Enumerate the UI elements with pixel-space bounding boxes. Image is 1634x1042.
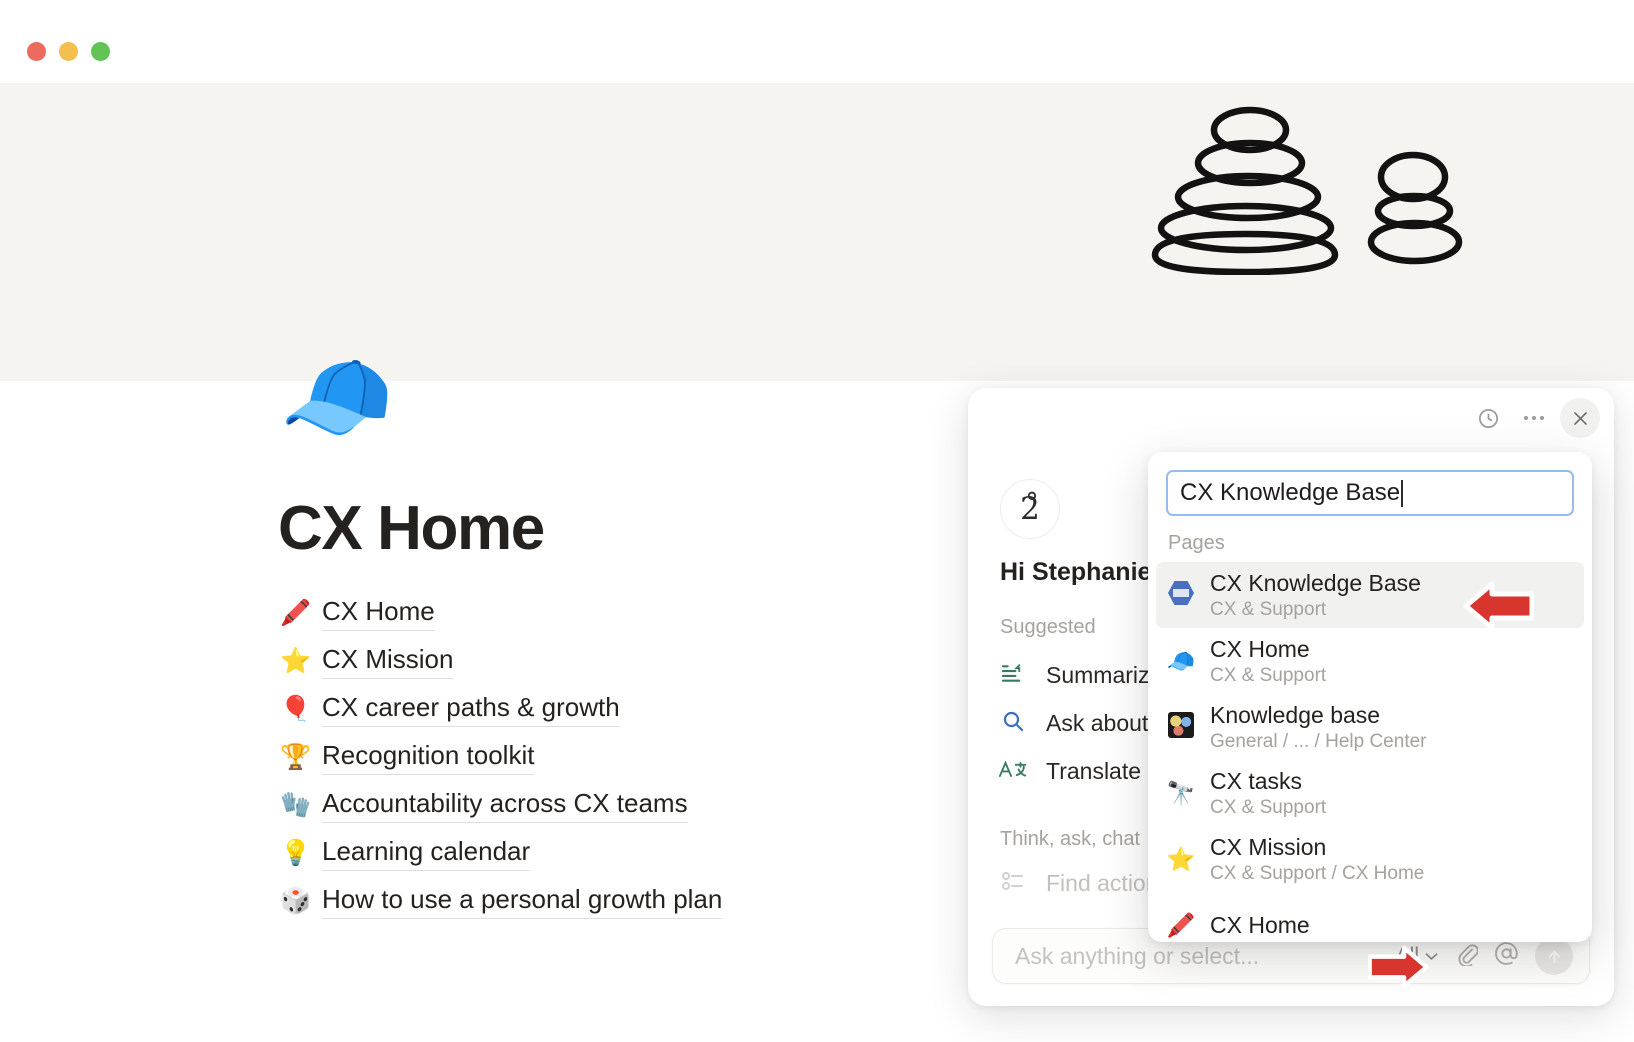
summarize-icon <box>996 662 1030 688</box>
dice-icon: 🎲 <box>280 886 312 915</box>
chat-input-tools: All <box>1396 937 1573 975</box>
app-window: 🧢 CX Home 🖍️ CX Home ⭐ CX Mission 🎈 CX c… <box>0 0 1634 1042</box>
ai-action-label: Find action <box>1046 869 1159 896</box>
page-link-label[interactable]: CX Home <box>322 596 435 631</box>
ai-action-summarize[interactable]: Summarize <box>996 654 1162 696</box>
ai-action-label: Summarize <box>1046 661 1163 688</box>
search-input[interactable]: CX Knowledge Base <box>1166 470 1574 516</box>
page-link-label[interactable]: Accountability across CX teams <box>322 788 688 823</box>
ai-action-label: Ask about t <box>1046 709 1162 736</box>
list-item[interactable]: ⭐ CX Mission <box>280 637 1040 685</box>
result-title: CX Home <box>1210 911 1310 938</box>
scope-label: All <box>1395 944 1419 967</box>
result-title: Knowledge base <box>1210 701 1381 728</box>
mention-icon[interactable] <box>1494 941 1519 971</box>
list-item[interactable]: 💡 Learning calendar <box>280 829 1040 877</box>
glove-icon: 🧤 <box>280 790 312 819</box>
search-popup: CX Knowledge Base Pages CX Knowledge Bas… <box>1148 452 1592 942</box>
list-item[interactable]: 🏆 Recognition toolkit <box>280 733 1040 781</box>
result-title: CX Home <box>1210 635 1310 662</box>
minimize-window-button[interactable] <box>59 42 78 61</box>
list-item[interactable]: 🖍️ CX Home <box>280 589 1040 637</box>
chevron-down-icon <box>1425 952 1438 960</box>
trophy-icon: 🏆 <box>280 742 312 771</box>
crayon-icon: 🖍️ <box>1166 911 1196 938</box>
result-breadcrumb: General / ... / Help Center <box>1210 730 1427 752</box>
history-icon[interactable] <box>1468 398 1508 438</box>
result-breadcrumb: CX & Support / CX Home <box>1210 862 1425 884</box>
result-breadcrumb: CX & Support <box>1210 664 1327 686</box>
close-window-button[interactable] <box>27 42 46 61</box>
list-item[interactable]: 🎈 CX career paths & growth <box>280 685 1040 733</box>
balloon-icon: 🎈 <box>280 694 312 723</box>
page-cover[interactable] <box>0 83 1634 381</box>
stacked-stones-icon <box>1138 105 1468 280</box>
find-action-icon <box>996 871 1030 895</box>
search-result-knowledge-base[interactable]: Knowledge base General / ... / Help Cent… <box>1156 694 1584 760</box>
send-button[interactable] <box>1535 937 1573 975</box>
text-caret <box>1401 479 1404 507</box>
zoom-window-button[interactable] <box>91 42 110 61</box>
search-input-value: CX Knowledge Base <box>1180 479 1401 506</box>
star-icon: ⭐ <box>1166 845 1196 872</box>
result-breadcrumb: CX & Support <box>1210 598 1327 620</box>
ai-action-label: Translate <box>1046 757 1142 784</box>
ai-action-ask-about[interactable]: Ask about t <box>996 702 1161 744</box>
result-title: CX Knowledge Base <box>1210 569 1421 596</box>
page-link-label[interactable]: CX career paths & growth <box>322 692 620 727</box>
list-item[interactable]: 🧤 Accountability across CX teams <box>280 781 1040 829</box>
page-link-label[interactable]: How to use a personal growth plan <box>322 884 723 919</box>
traffic-lights <box>27 42 110 61</box>
search-section-label: Pages <box>1168 532 1225 554</box>
page-link-list: 🖍️ CX Home ⭐ CX Mission 🎈 CX career path… <box>280 589 1040 925</box>
translate-icon <box>996 759 1030 784</box>
avatar: 2̊ <box>1000 479 1060 539</box>
cap-icon: 🧢 <box>1166 647 1196 674</box>
more-icon[interactable] <box>1514 398 1554 438</box>
result-title: CX tasks <box>1210 767 1303 794</box>
binoculars-icon: 🔭 <box>1166 779 1196 806</box>
title-bar <box>0 0 1634 83</box>
chat-input-placeholder[interactable]: Ask anything or select... <box>1015 943 1396 970</box>
suggested-section-label: Suggested <box>1000 616 1096 638</box>
attach-icon[interactable] <box>1454 942 1479 971</box>
knowledge-base-thumbnail-icon <box>1166 712 1196 742</box>
page-link-label[interactable]: Recognition toolkit <box>322 740 535 775</box>
search-icon <box>996 709 1030 737</box>
page-emoji-icon[interactable]: 🧢 <box>278 339 396 457</box>
result-title: CX Mission <box>1210 833 1327 860</box>
search-result-cx-home-2[interactable]: 🖍️ CX Home <box>1156 892 1584 942</box>
lightbulb-icon: 💡 <box>280 838 312 867</box>
ai-action-translate[interactable]: Translate <box>996 750 1141 792</box>
result-breadcrumb: CX & Support <box>1210 796 1327 818</box>
think-section-label: Think, ask, chat <box>1000 828 1141 850</box>
list-item[interactable]: 🎲 How to use a personal growth plan <box>280 877 1040 925</box>
search-results-list: CX Knowledge Base CX & Support 🧢 CX Home… <box>1156 562 1584 942</box>
scope-selector[interactable]: All <box>1396 944 1438 968</box>
search-result-cx-mission[interactable]: ⭐ CX Mission CX & Support / CX Home <box>1156 826 1584 892</box>
page-title: CX Home <box>278 494 545 563</box>
notion-page-icon <box>1166 580 1196 610</box>
page-link-label[interactable]: CX Mission <box>322 644 454 679</box>
ai-action-find-action[interactable]: Find action <box>996 862 1159 904</box>
ai-panel-header <box>1468 398 1600 438</box>
star-icon: ⭐ <box>280 646 312 675</box>
crayon-icon: 🖍️ <box>280 598 312 627</box>
page-link-label[interactable]: Learning calendar <box>322 836 531 871</box>
search-result-cx-tasks[interactable]: 🔭 CX tasks CX & Support <box>1156 760 1584 826</box>
search-result-cx-knowledge-base[interactable]: CX Knowledge Base CX & Support <box>1156 562 1584 628</box>
close-icon[interactable] <box>1560 398 1600 438</box>
search-result-cx-home[interactable]: 🧢 CX Home CX & Support <box>1156 628 1584 694</box>
